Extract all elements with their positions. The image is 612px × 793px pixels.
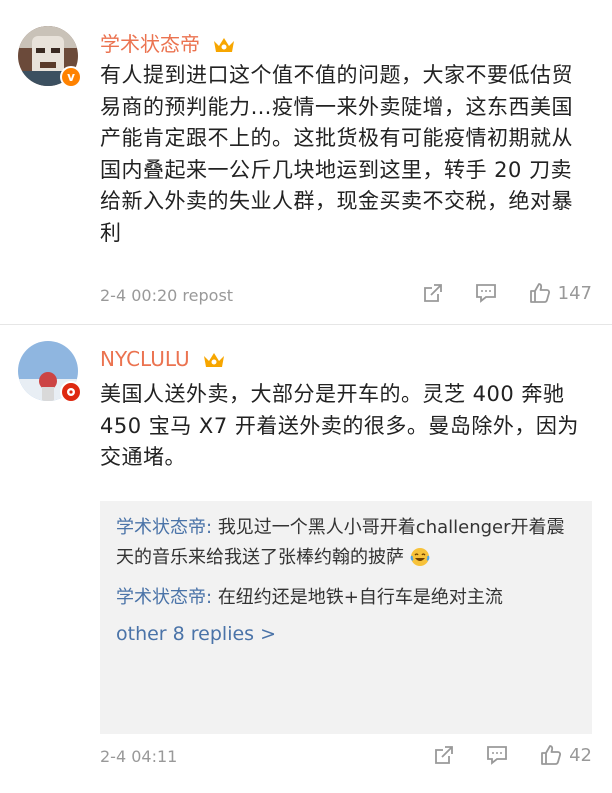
comment-icon — [475, 284, 496, 303]
comment-icon — [487, 746, 507, 765]
comment-item: v 学术状态帝 有人提到进口这个值不值的问题，大家不要低估贸易商的预判能力…疫情… — [0, 0, 612, 325]
comment-source: repost — [182, 286, 234, 305]
comment-button[interactable] — [474, 282, 498, 304]
like-button[interactable]: 147 — [528, 281, 592, 305]
comment-time: 2-4 00:20 — [100, 286, 178, 305]
crown-badge-icon — [202, 350, 226, 375]
share-icon — [423, 284, 442, 302]
comment-actions: 42 — [403, 743, 592, 767]
like-count: 147 — [557, 282, 592, 304]
like-button[interactable]: 42 — [539, 743, 592, 767]
reply-item[interactable]: 学术状态帝: 我见过一个黑人小哥开着challenger开着震天的音乐来给我送了… — [116, 513, 576, 577]
comment-username[interactable]: NYCLULU — [100, 347, 226, 375]
like-count: 42 — [569, 744, 592, 766]
region-flag-icon — [60, 381, 82, 403]
reply-item[interactable]: 学术状态帝: 在纽约还是地铁+自行车是绝对主流 — [116, 583, 576, 613]
comment-button[interactable] — [485, 744, 509, 766]
crown-badge-icon — [212, 35, 236, 60]
share-button[interactable] — [422, 282, 444, 304]
comment-text: 有人提到进口这个值不值的问题，大家不要低估贸易商的预判能力…疫情一来外卖陡增，这… — [100, 63, 573, 245]
avatar[interactable]: v — [18, 26, 82, 88]
share-icon — [435, 746, 453, 764]
reply-username[interactable]: 学术状态帝: — [116, 517, 212, 538]
comment-username[interactable]: 学术状态帝 — [100, 28, 236, 60]
reply-thread: 学术状态帝: 我见过一个黑人小哥开着challenger开着震天的音乐来给我送了… — [100, 501, 592, 734]
reply-text: 在纽约还是地铁+自行车是绝对主流 — [217, 587, 503, 608]
verified-v-icon: v — [60, 66, 82, 88]
thumbs-up-icon — [541, 745, 562, 765]
comment-text: 美国人送外卖，大部分是开车的。灵芝 400 奔驰 450 宝马 X7 开着送外卖… — [100, 382, 579, 469]
comment-actions: 147 — [392, 281, 592, 305]
comment-item: NYCLULU 美国人送外卖，大部分是开车的。灵芝 400 奔驰 450 宝马 … — [0, 325, 612, 793]
comment-meta: 2-4 04:11 — [100, 747, 177, 766]
reply-username[interactable]: 学术状态帝: — [116, 587, 212, 608]
laugh-cry-emoji — [410, 547, 430, 577]
avatar[interactable] — [18, 341, 82, 403]
share-button[interactable] — [433, 744, 455, 766]
comment-meta: 2-4 00:20 repost — [100, 286, 233, 305]
more-replies-link[interactable]: other 8 replies > — [116, 623, 576, 645]
thumbs-up-icon — [529, 283, 550, 303]
comment-time: 2-4 04:11 — [100, 747, 178, 766]
